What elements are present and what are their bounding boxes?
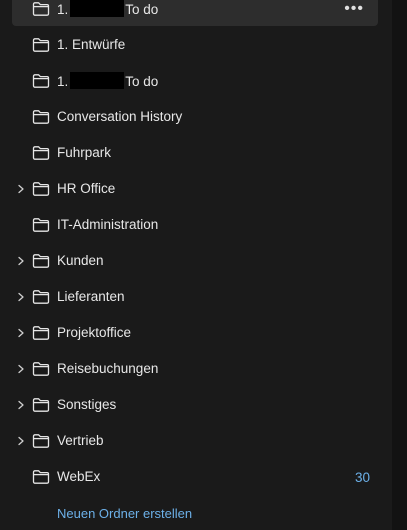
folder-label-text: Fuhrpark — [57, 145, 112, 160]
folder-label: Sonstiges — [57, 397, 116, 413]
folder-item[interactable]: Fuhrpark — [12, 136, 378, 170]
folder-label: IT-Administration — [57, 217, 158, 233]
folder-icon — [32, 1, 50, 17]
unread-count: 30 — [354, 469, 370, 485]
folder-icon — [32, 433, 50, 449]
folder-item[interactable]: Conversation History — [12, 100, 378, 134]
folder-label-text: WebEx — [57, 469, 101, 484]
chevron-right-icon[interactable] — [16, 436, 26, 446]
folder-label: Lieferanten — [57, 289, 125, 305]
more-options-icon[interactable]: ••• — [344, 1, 364, 17]
folder-label-text: 1. — [57, 74, 69, 89]
folder-icon — [32, 217, 50, 233]
folder-label: Reisebuchungen — [57, 361, 158, 377]
folder-item[interactable]: Reisebuchungen — [12, 352, 378, 386]
chevron-right-icon[interactable] — [16, 292, 26, 302]
folder-icon — [32, 253, 50, 269]
folder-item[interactable]: 1. To do — [12, 64, 378, 98]
chevron-right-icon[interactable] — [16, 328, 26, 338]
chevron-right-icon[interactable] — [16, 256, 26, 266]
folder-label-suffix: To do — [125, 2, 159, 17]
folder-item[interactable]: Projektoffice — [12, 316, 378, 350]
folder-icon — [32, 397, 50, 413]
folder-item[interactable]: 1. To do ••• — [12, 0, 378, 26]
folder-icon — [32, 73, 50, 89]
folder-label: 1. Entwürfe — [57, 37, 125, 53]
folder-label-text: Vertrieb — [57, 433, 104, 448]
chevron-right-icon[interactable] — [16, 400, 26, 410]
folder-icon — [32, 469, 50, 485]
folder-icon — [32, 145, 50, 161]
folder-label-text: Reisebuchungen — [57, 361, 159, 376]
folder-label: 1. To do — [57, 72, 158, 90]
folder-label-suffix: To do — [125, 74, 159, 89]
redaction-block — [70, 72, 125, 89]
folder-icon — [32, 325, 50, 341]
folder-icon — [32, 181, 50, 197]
folder-item[interactable]: Vertrieb — [12, 424, 378, 458]
folder-label-text: Lieferanten — [57, 289, 125, 304]
folder-item[interactable]: HR Office — [12, 172, 378, 206]
folder-label-text: 1. Entwürfe — [57, 37, 126, 52]
folder-label-text: Conversation History — [57, 109, 183, 124]
folder-label-text: Sonstiges — [57, 397, 117, 412]
folder-label: 1. To do — [57, 0, 158, 18]
folder-label-text: IT-Administration — [57, 217, 159, 232]
folder-label: HR Office — [57, 181, 115, 197]
folder-label-text: Kunden — [57, 253, 104, 268]
folder-icon — [32, 109, 50, 125]
new-folder-link[interactable]: Neuen Ordner erstellen — [57, 506, 192, 521]
folder-label: WebEx — [57, 469, 100, 485]
folder-item[interactable]: Kunden — [12, 244, 378, 278]
redaction-block — [70, 0, 125, 17]
folder-item[interactable]: WebEx 30 — [12, 460, 378, 494]
folder-icon — [32, 289, 50, 305]
folder-label: Fuhrpark — [57, 145, 111, 161]
folder-label-text: HR Office — [57, 181, 116, 196]
folder-label: Kunden — [57, 253, 104, 269]
folder-item[interactable]: IT-Administration — [12, 208, 378, 242]
folder-icon — [32, 37, 50, 53]
folder-pane: 1. To do ••• 1. Entwürfe 1. To do Conversation… — [0, 0, 392, 530]
folder-icon — [32, 361, 50, 377]
scrollbar-track[interactable] — [392, 0, 407, 530]
folder-item[interactable]: Lieferanten — [12, 280, 378, 314]
folder-label: Conversation History — [57, 109, 182, 125]
folder-item[interactable]: Sonstiges — [12, 388, 378, 422]
folder-label: Vertrieb — [57, 433, 104, 449]
folder-label: Projektoffice — [57, 325, 131, 341]
chevron-right-icon[interactable] — [16, 184, 26, 194]
folder-label-text: Projektoffice — [57, 325, 132, 340]
chevron-right-icon[interactable] — [16, 364, 26, 374]
folder-label-text: 1. — [57, 2, 69, 17]
folder-item[interactable]: 1. Entwürfe — [12, 28, 378, 62]
